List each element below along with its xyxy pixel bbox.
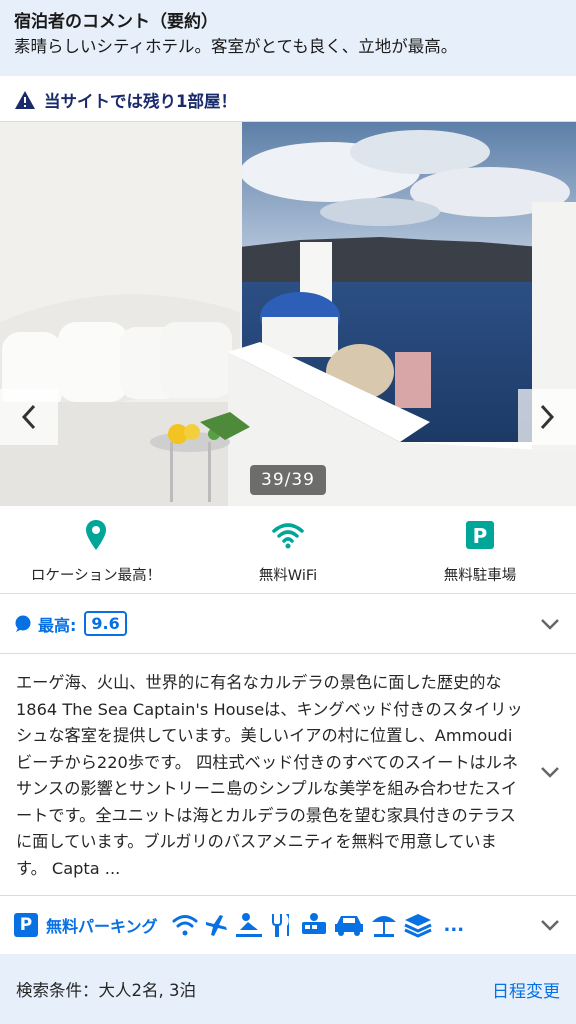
restaurant-icon [271,914,289,937]
search-conditions-bar: 検索条件：大人2名, 3泊 日程変更 [0,954,576,1024]
chevron-down-icon[interactable] [540,766,560,778]
gallery-next-button[interactable] [518,389,576,445]
review-text: 素晴らしいシティホテル。客室がとても良く、立地が最高。 [14,37,458,56]
rating-score: 9.6 [84,611,127,636]
parking-icon: P [466,521,494,549]
photo-counter: 39/39 [250,465,326,495]
car-icon [334,916,363,936]
availability-alert: 当サイトでは残り1部屋！ [0,78,576,122]
amenities-label: 無料パーキング [46,917,158,936]
beach-icon [371,916,396,937]
more-amenities: ... [443,914,465,936]
chevron-left-icon [21,404,36,430]
chevron-down-icon[interactable] [540,919,560,931]
review-title: 宿泊者のコメント（要約） [14,12,218,32]
wifi-icon [272,523,304,549]
amenity-icons: ... [172,912,465,938]
search-conditions: 検索条件：大人2名, 3泊 [16,981,196,1000]
warning-icon [15,90,35,109]
feature-parking: P 無料駐車場 [384,506,576,594]
hotel-photo[interactable] [0,122,576,506]
hotel-description[interactable]: エーゲ海、火山、世界的に有名なカルデラの景色に面した歴史的な1864 The S… [0,654,576,896]
change-dates-link[interactable]: 日程変更 [492,977,560,1002]
location-pin-icon [86,520,106,550]
feature-parking-label: 無料駐車場 [443,568,517,584]
chevron-right-icon [540,404,555,430]
feature-location: ロケーション最高！ [0,506,192,594]
parking-icon: P [14,913,38,937]
towels-icon [403,914,432,938]
svg-text:P: P [473,524,488,548]
shuttle-icon [301,913,326,934]
review-summary: 宿泊者のコメント（要約） 素晴らしいシティホテル。客室がとても良く、立地が最高。 [0,0,576,76]
feature-wifi-label: 無料WiFi [258,568,318,584]
rating-row[interactable]: 最高: 9.6 [0,594,576,654]
description-text: エーゲ海、火山、世界的に有名なカルデラの景色に面した歴史的な1864 The S… [16,673,523,878]
amenities-row[interactable]: P 無料パーキング ... [0,896,576,954]
airplane-icon [205,915,227,936]
spa-icon [235,913,262,937]
feature-wifi: 無料WiFi [192,506,384,594]
feature-location-label: ロケーション最高！ [30,568,162,584]
alert-text: 当サイトでは残り1部屋！ [44,91,237,111]
gallery-prev-button[interactable] [0,389,58,445]
wifi-icon [172,915,198,936]
chevron-down-icon[interactable] [540,618,560,630]
rating-label: 最高: [38,615,77,635]
feature-highlights: ロケーション最高！ 無料WiFi P 無料駐車場 [0,506,576,594]
speech-bubble-icon [15,615,31,632]
